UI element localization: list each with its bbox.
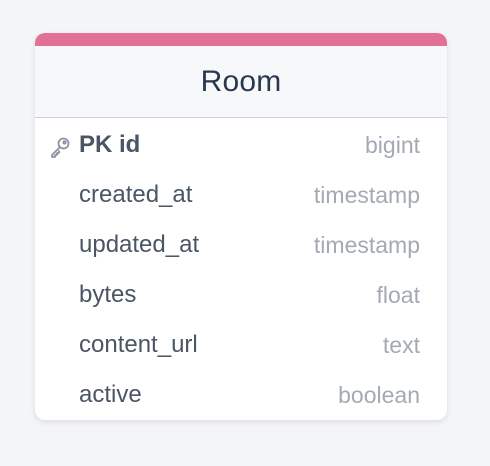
field-name: bytes — [79, 281, 137, 308]
entity-accent-bar — [35, 33, 447, 46]
field-row-id[interactable]: PK id bigint — [35, 120, 447, 170]
entity-title: Room — [200, 64, 282, 98]
field-type: timestamp — [313, 181, 420, 208]
field-type: text — [382, 331, 420, 358]
field-row-active[interactable]: active boolean — [35, 370, 447, 420]
diagram-canvas: Room PK id bigint created_at timestamp u… — [0, 0, 490, 466]
field-type: bigint — [365, 131, 420, 158]
key-icon — [51, 137, 70, 158]
field-type: timestamp — [313, 231, 420, 258]
field-list: PK id bigint created_at timestamp update… — [35, 120, 447, 420]
field-row-bytes[interactable]: bytes float — [35, 270, 447, 320]
entity-header: Room — [35, 46, 447, 118]
field-row-created-at[interactable]: created_at timestamp — [35, 170, 447, 220]
field-name: content_url — [79, 331, 198, 358]
field-name: created_at — [79, 181, 193, 208]
field-row-content-url[interactable]: content_url text — [35, 320, 447, 370]
field-name: active — [79, 381, 142, 408]
field-type: float — [376, 281, 420, 308]
field-row-updated-at[interactable]: updated_at timestamp — [35, 220, 447, 270]
field-type: boolean — [338, 381, 420, 408]
entity-card-room[interactable]: Room PK id bigint created_at timestamp u… — [35, 33, 447, 420]
field-name: updated_at — [79, 231, 200, 258]
field-name: PK id — [79, 131, 141, 158]
